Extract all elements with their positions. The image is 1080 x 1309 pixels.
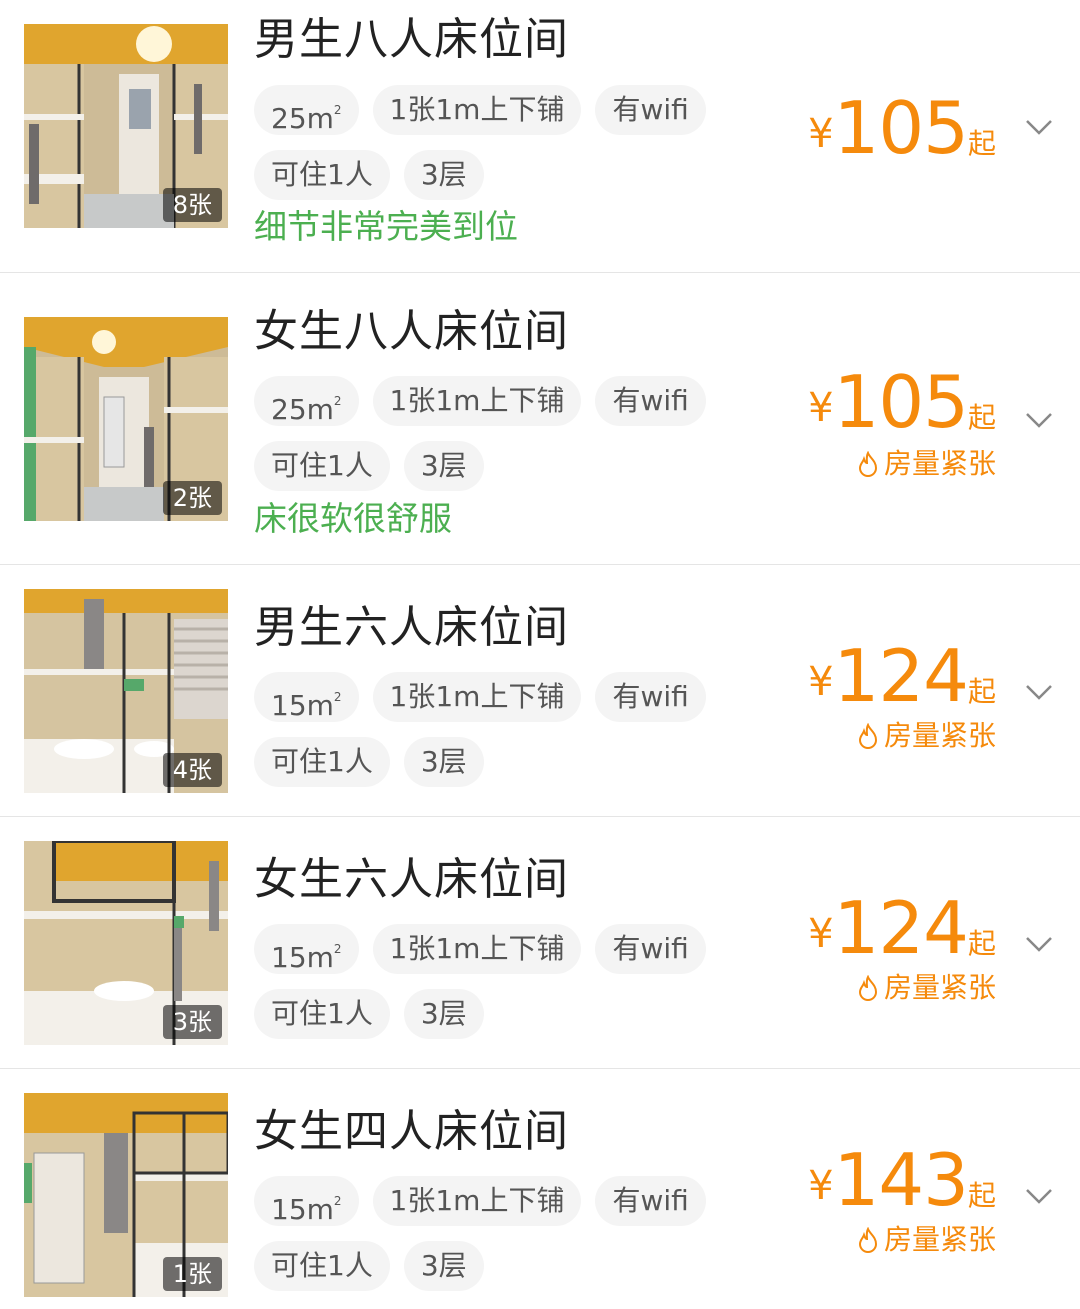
photo-count-badge: 2张 [162,481,222,515]
photo-count-badge: 3张 [162,1005,222,1039]
price-suffix: 起 [967,127,996,160]
price: ¥124起 [808,640,996,712]
chevron-down-icon[interactable] [1024,112,1054,142]
room-tags-secondary: 可住1人 3层 [254,989,484,1039]
room-tags-secondary: 可住1人 3层 [254,150,484,200]
room-photo[interactable]: 1张 [24,1093,228,1297]
room-tags-secondary: 可住1人 3层 [254,441,484,491]
photo-count-badge: 1张 [162,1257,222,1291]
price-amount: 143 [833,1138,969,1222]
price-amount: 124 [833,886,969,970]
room-tags: 25m2 1张1m上下铺 有wifi [254,376,706,426]
occupancy-tag: 可住1人 [254,1241,390,1291]
scarcity-notice: 房量紧张 [856,970,996,1006]
review-snippet: 床很软很舒服 [254,499,452,538]
currency-symbol: ¥ [808,911,834,957]
wifi-tag: 有wifi [595,376,706,426]
room-photo[interactable]: 8张 [24,24,228,228]
price: ¥105起 [808,92,996,164]
area-tag: 15m2 [254,1176,359,1226]
scarcity-label: 房量紧张 [883,719,996,752]
room-card[interactable]: 4张 男生六人床位间 15m2 1张1m上下铺 有wifi 可住1人 3层 ¥1… [0,565,1080,817]
bed-tag: 1张1m上下铺 [372,924,582,974]
room-photo[interactable]: 3张 [24,841,228,1045]
chevron-down-icon[interactable] [1024,1181,1054,1211]
room-name: 女生四人床位间 [254,1106,569,1157]
price-suffix: 起 [967,927,996,960]
flame-icon [858,975,877,1001]
occupancy-tag: 可住1人 [254,441,390,491]
photo-count-badge: 4张 [162,753,222,787]
room-tags-secondary: 可住1人 3层 [254,1241,484,1291]
photo-count-badge: 8张 [162,188,222,222]
room-photo[interactable]: 2张 [24,317,228,521]
area-tag: 25m2 [254,85,359,135]
flame-icon [858,451,877,477]
currency-symbol: ¥ [808,659,834,705]
price: ¥143起 [808,1144,996,1216]
room-card[interactable]: 8张 男生八人床位间 25m2 1张1m上下铺 有wifi 可住1人 3层 细节… [0,0,1080,273]
price-suffix: 起 [967,401,996,434]
room-tags: 15m2 1张1m上下铺 有wifi [254,924,706,974]
scarcity-label: 房量紧张 [883,1223,996,1256]
room-name: 女生八人床位间 [254,306,569,357]
flame-icon [858,1227,877,1253]
bed-tag: 1张1m上下铺 [372,376,582,426]
price-amount: 105 [833,86,969,170]
floor-tag: 3层 [403,989,484,1039]
occupancy-tag: 可住1人 [254,737,390,787]
area-tag: 25m2 [254,376,359,426]
occupancy-tag: 可住1人 [254,989,390,1039]
room-name: 女生六人床位间 [254,854,569,905]
floor-tag: 3层 [403,1241,484,1291]
currency-symbol: ¥ [808,111,834,157]
bed-tag: 1张1m上下铺 [372,672,582,722]
wifi-tag: 有wifi [595,924,706,974]
price-amount: 124 [833,634,969,718]
price: ¥105起 [808,366,996,438]
floor-tag: 3层 [403,441,484,491]
currency-symbol: ¥ [808,385,834,431]
scarcity-notice: 房量紧张 [856,718,996,754]
wifi-tag: 有wifi [595,85,706,135]
room-card[interactable]: 3张 女生六人床位间 15m2 1张1m上下铺 有wifi 可住1人 3层 ¥1… [0,817,1080,1069]
currency-symbol: ¥ [808,1163,834,1209]
scarcity-notice: 房量紧张 [856,446,996,482]
wifi-tag: 有wifi [595,1176,706,1226]
scarcity-label: 房量紧张 [883,971,996,1004]
scarcity-notice: 房量紧张 [856,1222,996,1258]
price-amount: 105 [833,360,969,444]
price-suffix: 起 [967,1179,996,1212]
chevron-down-icon[interactable] [1024,677,1054,707]
occupancy-tag: 可住1人 [254,150,390,200]
room-tags-secondary: 可住1人 3层 [254,737,484,787]
area-tag: 15m2 [254,924,359,974]
wifi-tag: 有wifi [595,672,706,722]
room-tags: 25m2 1张1m上下铺 有wifi [254,85,706,135]
room-photo[interactable]: 4张 [24,589,228,793]
room-tags: 15m2 1张1m上下铺 有wifi [254,672,706,722]
room-name: 男生八人床位间 [254,14,569,65]
price: ¥124起 [808,892,996,964]
chevron-down-icon[interactable] [1024,929,1054,959]
bed-tag: 1张1m上下铺 [372,1176,582,1226]
area-tag: 15m2 [254,672,359,722]
chevron-down-icon[interactable] [1024,405,1054,435]
floor-tag: 3层 [403,737,484,787]
floor-tag: 3层 [403,150,484,200]
review-snippet: 细节非常完美到位 [254,207,518,246]
flame-icon [858,723,877,749]
room-card[interactable]: 2张 女生八人床位间 25m2 1张1m上下铺 有wifi 可住1人 3层 床很… [0,273,1080,565]
scarcity-label: 房量紧张 [883,447,996,480]
bed-tag: 1张1m上下铺 [372,85,582,135]
room-name: 男生六人床位间 [254,602,569,653]
room-card[interactable]: 1张 女生四人床位间 15m2 1张1m上下铺 有wifi 可住1人 3层 ¥1… [0,1069,1080,1309]
price-suffix: 起 [967,675,996,708]
room-tags: 15m2 1张1m上下铺 有wifi [254,1176,706,1226]
